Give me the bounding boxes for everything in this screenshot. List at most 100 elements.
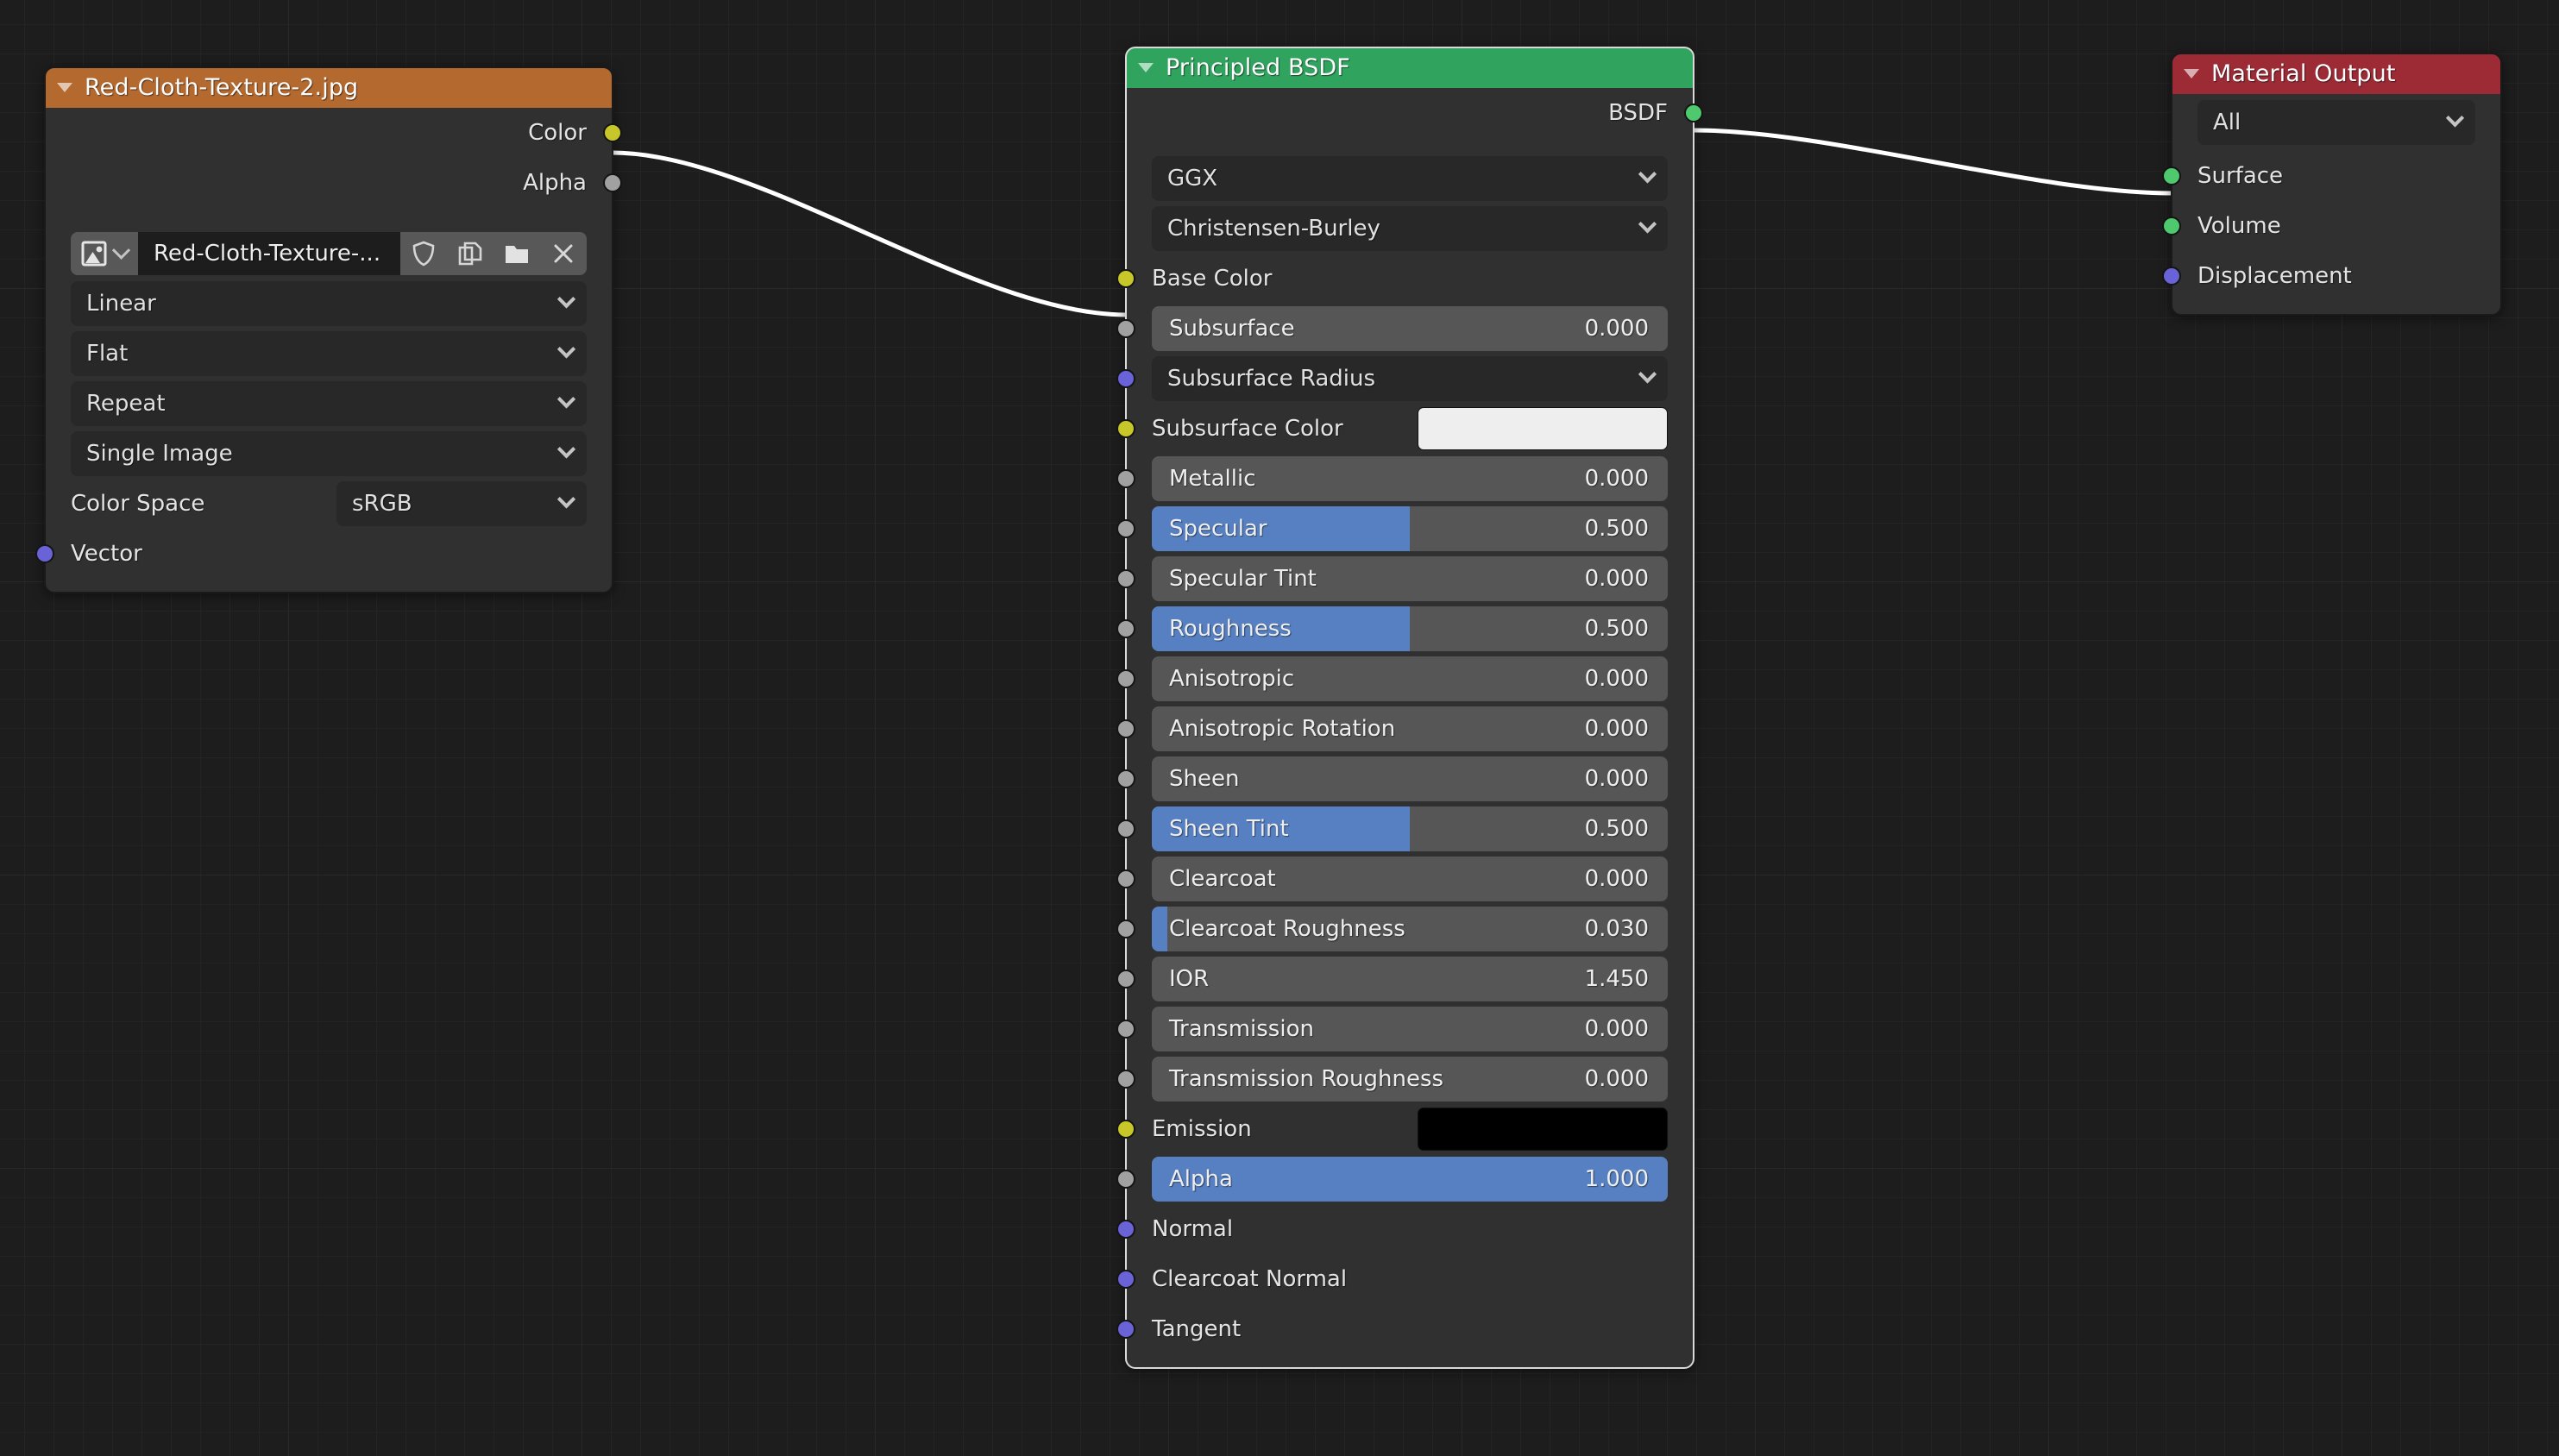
slider-clearcoat[interactable]: Clearcoat 0.000 [1152, 857, 1668, 901]
slider-subsurface[interactable]: Subsurface 0.000 [1152, 306, 1668, 351]
fake-user-shield-icon[interactable] [400, 232, 447, 275]
input-row-sheen: Sheen 0.000 [1116, 754, 1694, 804]
socket-input-roughness[interactable] [1116, 619, 1135, 638]
slider-transmission-roughness[interactable]: Transmission Roughness 0.000 [1152, 1057, 1668, 1101]
distribution-value: GGX [1167, 166, 1218, 191]
socket-input-specular[interactable] [1116, 519, 1135, 538]
socket-input-specular-tint[interactable] [1116, 569, 1135, 588]
socket-output-alpha[interactable] [603, 173, 622, 192]
socket-input-metallic[interactable] [1116, 469, 1135, 488]
socket-input-ior[interactable] [1116, 970, 1135, 988]
image-name-field[interactable]: Red-Cloth-Texture-... [138, 232, 400, 275]
collapse-triangle-icon[interactable] [1138, 63, 1154, 72]
input-row-emission: Emission [1116, 1104, 1694, 1154]
input-label-subsurface-color: Subsurface Color [1152, 416, 1343, 442]
input-row-subsurface-color: Subsurface Color [1116, 404, 1694, 454]
slider-anisotropic[interactable]: Anisotropic 0.000 [1152, 656, 1668, 701]
socket-input-transmission-roughness[interactable] [1116, 1070, 1135, 1089]
dropdown-subsurface-radius[interactable]: Subsurface Radius [1152, 356, 1668, 401]
slider-specular-tint[interactable]: Specular Tint 0.000 [1152, 556, 1668, 601]
unlink-close-icon[interactable] [540, 232, 587, 275]
socket-output-color[interactable] [603, 123, 622, 142]
color-swatch-emission[interactable] [1418, 1108, 1668, 1151]
target-dropdown[interactable]: All [2197, 100, 2475, 145]
output-label-alpha: Alpha [523, 170, 587, 196]
slider-label: Anisotropic [1169, 666, 1295, 692]
slider-sheen-tint[interactable]: Sheen Tint 0.500 [1152, 806, 1668, 851]
input-row-displacement: Displacement [2162, 251, 2501, 301]
slider-roughness[interactable]: Roughness 0.500 [1152, 606, 1668, 651]
projection-row: Flat [45, 329, 613, 379]
socket-input-vector[interactable] [35, 544, 54, 563]
socket-input-transmission[interactable] [1116, 1020, 1135, 1039]
socket-input-alpha[interactable] [1116, 1170, 1135, 1189]
color-space-dropdown[interactable]: sRGB [336, 481, 587, 526]
slider-alpha[interactable]: Alpha 1.000 [1152, 1157, 1668, 1202]
socket-input-clearcoat[interactable] [1116, 869, 1135, 888]
socket-input-anisotropic[interactable] [1116, 669, 1135, 688]
color-space-row: Color Space sRGB [45, 479, 613, 529]
interpolation-dropdown[interactable]: Linear [71, 281, 587, 326]
link-bsdf-to-surface [1693, 128, 2172, 196]
slider-value: 0.500 [1584, 616, 1649, 642]
socket-input-subsurface[interactable] [1116, 319, 1135, 338]
node-image-texture[interactable]: Red-Cloth-Texture-2.jpg Color Alpha Red-… [35, 66, 622, 593]
socket-output-bsdf[interactable] [1684, 104, 1703, 122]
socket-input-clearcoat-normal[interactable] [1116, 1270, 1135, 1289]
color-swatch-subsurface-color[interactable] [1418, 407, 1668, 450]
socket-input-anisotropic-rotation[interactable] [1116, 719, 1135, 738]
distribution-dropdown[interactable]: GGX [1152, 156, 1668, 201]
slider-ior[interactable]: IOR 1.450 [1152, 957, 1668, 1001]
subsurface-method-dropdown[interactable]: Christensen-Burley [1152, 206, 1668, 251]
principled-bsdf-node-header[interactable]: Principled BSDF [1126, 47, 1694, 88]
slider-metallic[interactable]: Metallic 0.000 [1152, 456, 1668, 501]
input-row-clearcoat-normal: Clearcoat Normal [1116, 1254, 1694, 1304]
material-output-node-title: Material Output [2211, 60, 2396, 87]
socket-input-subsurface-color[interactable] [1116, 419, 1135, 438]
input-row-vector: Vector [35, 529, 613, 579]
socket-input-sheen-tint[interactable] [1116, 819, 1135, 838]
slider-specular[interactable]: Specular 0.500 [1152, 506, 1668, 551]
collapse-triangle-icon[interactable] [57, 83, 72, 92]
node-material-output[interactable]: Material Output All Surface Volume Displ… [2162, 53, 2502, 316]
socket-input-subsurface-radius[interactable] [1116, 369, 1135, 388]
socket-input-normal[interactable] [1116, 1220, 1135, 1239]
socket-input-emission[interactable] [1116, 1120, 1135, 1139]
socket-input-surface[interactable] [2162, 166, 2181, 185]
subsurface-method-value: Christensen-Burley [1167, 216, 1380, 242]
extension-row: Repeat [45, 379, 613, 429]
socket-input-tangent[interactable] [1116, 1320, 1135, 1339]
image-texture-node-header[interactable]: Red-Cloth-Texture-2.jpg [45, 67, 613, 108]
slider-clearcoat-roughness[interactable]: Clearcoat Roughness 0.030 [1152, 907, 1668, 951]
socket-input-displacement[interactable] [2162, 267, 2181, 286]
socket-input-sheen[interactable] [1116, 769, 1135, 788]
chevron-down-icon[interactable] [111, 241, 131, 260]
input-label-vector: Vector [71, 541, 142, 567]
browse-image-button[interactable] [71, 232, 138, 275]
slider-value: 0.000 [1584, 766, 1649, 792]
material-output-node-header[interactable]: Material Output [2172, 53, 2501, 94]
slider-anisotropic-rotation[interactable]: Anisotropic Rotation 0.000 [1152, 706, 1668, 751]
source-dropdown[interactable]: Single Image [71, 431, 587, 476]
output-row-alpha: Alpha [45, 158, 622, 208]
collapse-triangle-icon[interactable] [2184, 69, 2199, 78]
shader-node-editor-canvas[interactable]: Red-Cloth-Texture-2.jpg Color Alpha Red-… [0, 0, 2559, 1456]
extension-dropdown[interactable]: Repeat [71, 381, 587, 426]
principled-bsdf-input-list: Base Color Subsurface 0.000 Subsurface Radi… [1116, 254, 1694, 1354]
slider-transmission[interactable]: Transmission 0.000 [1152, 1007, 1668, 1051]
duplicate-copy-icon[interactable] [447, 232, 494, 275]
socket-input-volume[interactable] [2162, 217, 2181, 235]
open-folder-icon[interactable] [494, 232, 540, 275]
slider-label: Anisotropic Rotation [1169, 716, 1396, 742]
slider-label: Alpha [1169, 1166, 1233, 1192]
slider-value: 0.000 [1584, 716, 1649, 742]
source-value: Single Image [86, 441, 233, 467]
socket-input-base-color[interactable] [1116, 269, 1135, 288]
projection-dropdown[interactable]: Flat [71, 331, 587, 376]
input-row-anisotropic: Anisotropic 0.000 [1116, 654, 1694, 704]
slider-sheen[interactable]: Sheen 0.000 [1152, 756, 1668, 801]
node-principled-bsdf[interactable]: Principled BSDF BSDF GGX Christensen-Bur… [1116, 47, 1703, 1369]
socket-input-clearcoat-roughness[interactable] [1116, 919, 1135, 938]
